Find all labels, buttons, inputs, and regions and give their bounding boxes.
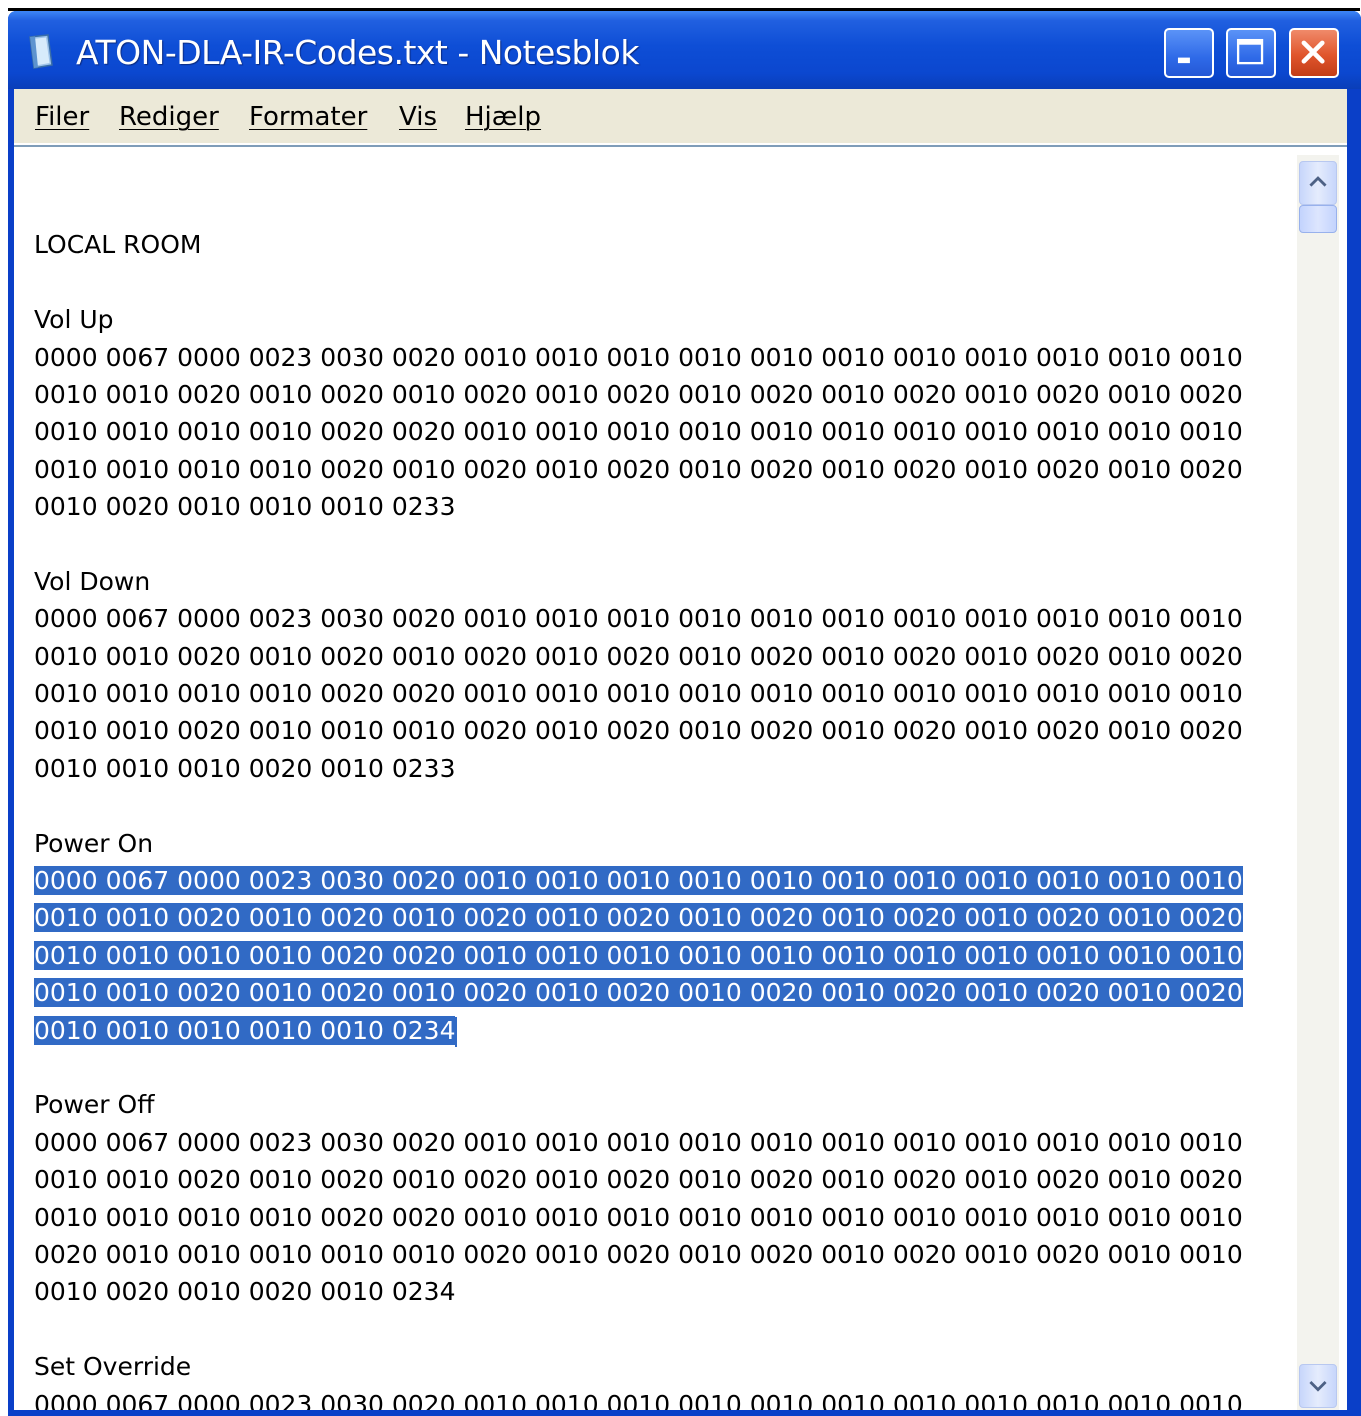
text-line[interactable] — [34, 787, 1294, 824]
menu-format[interactable]: Formater — [249, 99, 367, 135]
line-content: 0010 0010 0010 0010 0020 0020 0010 0010 … — [34, 1202, 1243, 1232]
text-line[interactable]: 0010 0010 0010 0020 0010 0233 — [34, 750, 1294, 787]
menu-view[interactable]: Vis — [399, 99, 437, 135]
line-content: 0000 0067 0000 0023 0030 0020 0010 0010 … — [34, 342, 1243, 372]
line-content: 0010 0010 0020 0010 0020 0010 0020 0010 … — [34, 379, 1243, 409]
line-content: 0010 0010 0010 0010 0010 0234 — [34, 1015, 456, 1045]
text-line[interactable]: Vol Down — [34, 563, 1294, 600]
close-button[interactable] — [1289, 28, 1339, 78]
text-line[interactable]: 0010 0010 0020 0010 0020 0010 0020 0010 … — [34, 376, 1294, 413]
text-line[interactable]: 0010 0020 0010 0020 0010 0234 — [34, 1273, 1294, 1310]
notepad-window: ATON-DLA-IR-Codes.txt - Notesblok Filer … — [8, 11, 1361, 1416]
line-content: 0000 0067 0000 0023 0030 0020 0010 0010 … — [34, 1127, 1243, 1157]
menu-help[interactable]: Hjælp — [465, 99, 541, 135]
text-line[interactable]: 0010 0010 0020 0010 0010 0010 0020 0010 … — [34, 712, 1294, 749]
window-bottom-border — [8, 1410, 1361, 1416]
text-line[interactable] — [34, 1311, 1294, 1348]
line-content: 0010 0020 0010 0020 0010 0234 — [34, 1277, 456, 1307]
text-line[interactable] — [34, 526, 1294, 563]
text-line[interactable]: 0010 0010 0020 0010 0020 0010 0020 0010 … — [34, 638, 1294, 675]
maximize-icon — [1236, 38, 1264, 65]
text-line[interactable]: Vol Up — [34, 301, 1294, 338]
selected-text-line[interactable]: 0010 0010 0010 0010 0010 0234 — [34, 1012, 1294, 1049]
minimize-icon — [1177, 57, 1190, 64]
selected-text-line[interactable]: 0010 0010 0020 0010 0020 0010 0020 0010 … — [34, 974, 1294, 1011]
text-line[interactable]: 0010 0010 0010 0010 0020 0020 0010 0010 … — [34, 413, 1294, 450]
line-content: 0000 0067 0000 0023 0030 0020 0010 0010 … — [34, 604, 1243, 634]
text-line[interactable]: 0000 0067 0000 0023 0030 0020 0010 0010 … — [34, 339, 1294, 376]
text-line[interactable]: 0010 0010 0020 0010 0020 0010 0020 0010 … — [34, 1161, 1294, 1198]
line-content: 0010 0010 0010 0010 0020 0010 0020 0010 … — [34, 454, 1243, 484]
line-content: 0010 0020 0010 0010 0010 0233 — [34, 492, 456, 522]
text-line[interactable]: 0010 0020 0010 0010 0010 0233 — [34, 488, 1294, 525]
line-content: Vol Down — [34, 566, 151, 596]
menu-bar: Filer Rediger Formater Vis Hjælp — [14, 89, 1347, 145]
line-content: 0010 0010 0010 0010 0020 0020 0010 0010 … — [34, 417, 1243, 447]
text-line[interactable] — [34, 264, 1294, 301]
text-line[interactable]: 0010 0010 0010 0010 0020 0020 0010 0010 … — [34, 1199, 1294, 1236]
text-line[interactable]: Power Off — [34, 1086, 1294, 1123]
line-content: 0010 0010 0010 0020 0010 0233 — [34, 753, 456, 783]
text-line[interactable]: 0000 0067 0000 0023 0030 0020 0010 0010 … — [34, 1124, 1294, 1161]
text-editor[interactable]: LOCAL ROOM Vol Up 0000 0067 0000 0023 0030… — [14, 145, 1347, 1416]
chevron-up-icon — [1309, 176, 1327, 187]
window-title: ATON-DLA-IR-Codes.txt - Notesblok — [76, 33, 639, 72]
selected-text-line[interactable]: 0010 0010 0010 0010 0020 0020 0010 0010 … — [34, 937, 1294, 974]
line-content: 0010 0010 0020 0010 0020 0010 0020 0010 … — [34, 903, 1243, 933]
line-content: Set Override — [34, 1352, 192, 1382]
title-bar[interactable]: ATON-DLA-IR-Codes.txt - Notesblok — [8, 11, 1361, 89]
line-content: 0010 0010 0020 0010 0010 0010 0020 0010 … — [34, 716, 1243, 746]
text-line[interactable]: LOCAL ROOM — [34, 226, 1294, 263]
close-icon — [1301, 40, 1325, 64]
selected-text-line[interactable]: 0000 0067 0000 0023 0030 0020 0010 0010 … — [34, 862, 1294, 899]
minimize-button[interactable] — [1164, 28, 1214, 78]
line-content: 0010 0010 0010 0010 0020 0020 0010 0010 … — [34, 679, 1243, 709]
line-content: Power On — [34, 828, 154, 858]
scroll-down-button[interactable] — [1299, 1364, 1337, 1408]
text-line[interactable] — [34, 189, 1294, 226]
text-line[interactable]: Set Override — [34, 1348, 1294, 1385]
document-text[interactable]: LOCAL ROOM Vol Up 0000 0067 0000 0023 0030… — [34, 189, 1294, 1416]
scroll-up-button[interactable] — [1299, 161, 1337, 205]
text-line[interactable]: 0000 0067 0000 0023 0030 0020 0010 0010 … — [34, 600, 1294, 637]
line-content: 0010 0010 0020 0010 0020 0010 0020 0010 … — [34, 1165, 1243, 1195]
text-line[interactable]: Power On — [34, 825, 1294, 862]
line-content: 0010 0010 0010 0010 0020 0020 0010 0010 … — [34, 940, 1243, 970]
text-line[interactable] — [34, 1049, 1294, 1086]
line-content: 0010 0010 0020 0010 0020 0010 0020 0010 … — [34, 978, 1243, 1008]
text-line[interactable]: 0010 0010 0010 0010 0020 0020 0010 0010 … — [34, 675, 1294, 712]
text-caret — [455, 1016, 458, 1047]
line-content: 0000 0067 0000 0023 0030 0020 0010 0010 … — [34, 866, 1243, 896]
text-line[interactable]: 0010 0010 0010 0010 0020 0010 0020 0010 … — [34, 451, 1294, 488]
line-content: LOCAL ROOM — [34, 230, 202, 260]
menu-file[interactable]: Filer — [35, 99, 89, 135]
line-content: Power Off — [34, 1090, 155, 1120]
selected-text-line[interactable]: 0010 0010 0020 0010 0020 0010 0020 0010 … — [34, 899, 1294, 936]
line-content: 0010 0010 0020 0010 0020 0010 0020 0010 … — [34, 641, 1243, 671]
notepad-icon — [29, 34, 53, 69]
chevron-down-icon — [1309, 1381, 1327, 1392]
scroll-thumb[interactable] — [1299, 205, 1337, 233]
text-line[interactable]: 0020 0010 0010 0010 0010 0010 0020 0010 … — [34, 1236, 1294, 1273]
line-content: Vol Up — [34, 305, 114, 335]
menu-edit[interactable]: Rediger — [119, 99, 219, 135]
maximize-button[interactable] — [1226, 28, 1276, 78]
line-content: 0020 0010 0010 0010 0010 0010 0020 0010 … — [34, 1239, 1243, 1269]
vertical-scrollbar[interactable] — [1297, 155, 1339, 1416]
